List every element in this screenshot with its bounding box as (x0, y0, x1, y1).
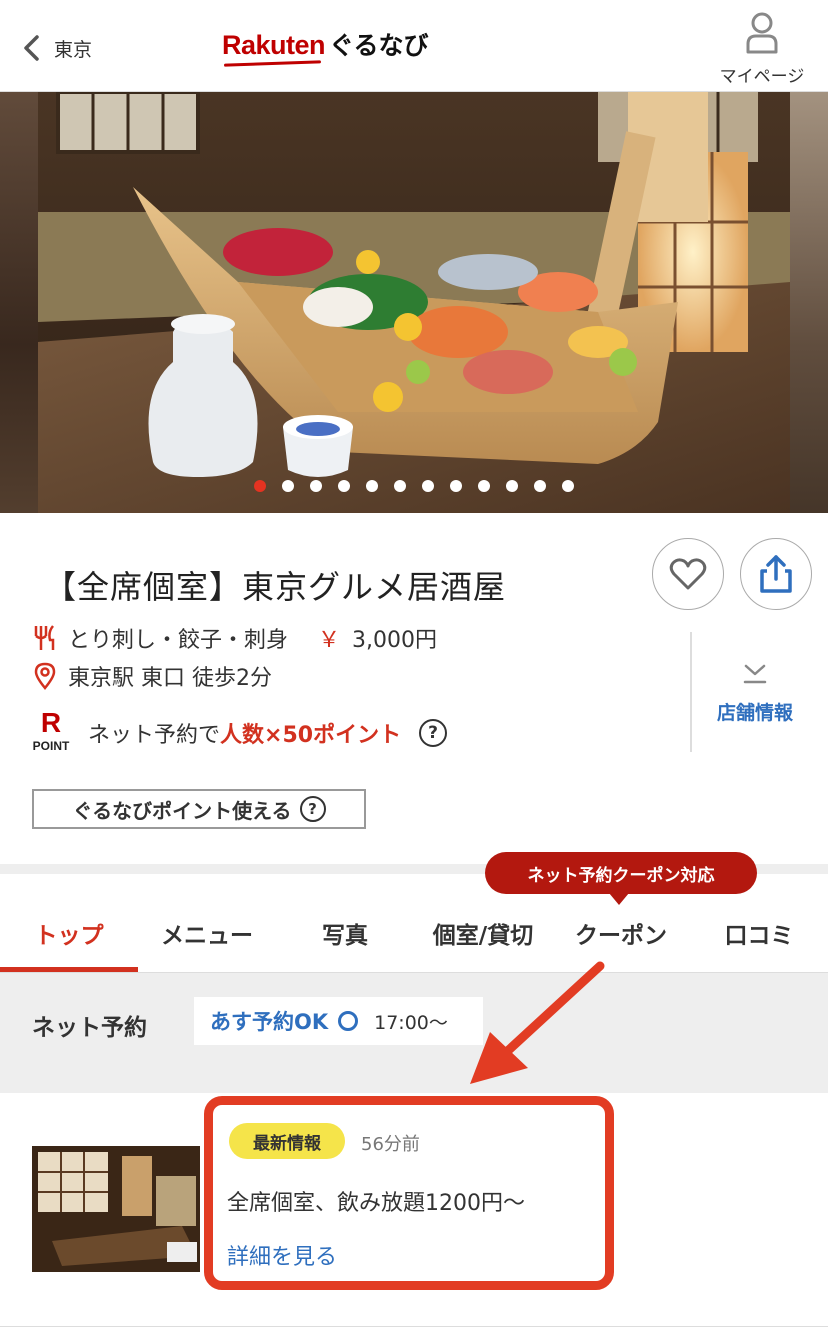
reserve-time: 17:00〜 (374, 1011, 448, 1034)
location-pin-icon (34, 662, 56, 690)
carousel-dot[interactable] (282, 480, 294, 492)
chevron-left-icon (24, 35, 39, 61)
price-text: 3,000円 (352, 628, 438, 653)
red-arrow-icon (470, 961, 605, 1084)
help-circle-icon[interactable]: ? (419, 719, 448, 747)
back-button[interactable]: 東京 (22, 28, 112, 68)
prev-photo-peek (0, 92, 38, 513)
available-circle-icon (338, 1011, 359, 1031)
coupon-callout-badge: ネット予約クーポン対応 (485, 852, 757, 905)
point-highlight: 人数×50ポイント (220, 723, 402, 748)
rakuten-point-row: R POINT ネット予約で 人数×50ポイント ? (30, 708, 448, 758)
carousel-dots (0, 480, 828, 492)
carousel-dot[interactable] (310, 480, 322, 492)
heart-icon (669, 558, 707, 590)
carousel-dot[interactable] (422, 480, 434, 492)
active-tab-indicator (0, 967, 138, 972)
carousel-dot[interactable] (450, 480, 462, 492)
reserve-ok-label: あす予約OK (210, 1010, 329, 1034)
logo-rakuten-text: Rakuten (222, 30, 326, 60)
user-icon (746, 12, 778, 54)
carousel-dot[interactable] (506, 480, 518, 492)
shop-name: 【全席個室】東京グルメ居酒屋 (44, 568, 507, 606)
divider (0, 1326, 828, 1327)
gnavi-point-badge[interactable]: ぐるなびポイント使える ? (32, 789, 366, 829)
store-info-button[interactable]: 店舗情報 (700, 662, 810, 725)
divider (690, 632, 692, 752)
sashimi-boat-photo (38, 92, 790, 513)
point-prefix: ネット予約で (88, 723, 221, 748)
back-label: 東京 (54, 38, 93, 61)
latest-news-badge: 最新情報 (229, 1123, 345, 1159)
carousel-dot[interactable] (562, 480, 574, 492)
reserve-availability-chip[interactable]: あす予約OK 17:00〜 (194, 997, 483, 1045)
access-text: 東京駅 東口 徒歩2分 (68, 666, 272, 691)
tab-photos[interactable]: 写真 (276, 893, 414, 973)
carousel-dot[interactable] (534, 480, 546, 492)
genre-text: とり刺し・餃子・刺身 (68, 628, 289, 653)
carousel-dot[interactable] (394, 480, 406, 492)
chevron-down-bar-icon (743, 664, 767, 684)
gnavi-point-label: ぐるなびポイント使える (72, 798, 292, 823)
access-row: 東京駅 東口 徒歩2分 (32, 660, 272, 692)
next-photo-peek (790, 92, 828, 513)
rakuten-point-logo: R POINT (30, 709, 72, 757)
logo-gnavi-text: ぐるなび (329, 31, 429, 60)
share-icon (760, 555, 792, 593)
favorite-button[interactable] (652, 538, 724, 610)
app-header: 東京 Rakuten ぐるなび マイページ (0, 0, 828, 92)
tab-menu[interactable]: メニュー (138, 893, 276, 973)
news-text: 全席個室、飲み放題1200円〜 (227, 1191, 525, 1216)
carousel-dot[interactable] (254, 480, 266, 492)
rakuten-gnavi-logo[interactable]: Rakuten ぐるなび (222, 26, 429, 66)
genre-price-row: とり刺し・餃子・刺身 ￥ 3,000円 (32, 622, 437, 654)
mypage-label: マイページ (719, 67, 805, 87)
utensils-icon (34, 625, 55, 650)
carousel-dot[interactable] (338, 480, 350, 492)
help-circle-icon[interactable]: ? (299, 796, 326, 822)
news-detail-link[interactable]: 詳細を見る (227, 1239, 337, 1271)
news-time-ago: 56分前 (361, 1134, 420, 1155)
net-reserve-label: ネット予約 (32, 1015, 147, 1041)
tab-top[interactable]: トップ (0, 893, 138, 973)
share-button[interactable] (740, 538, 812, 610)
r-point-word: POINT (32, 739, 70, 753)
carousel-dot[interactable] (478, 480, 490, 492)
mypage-button[interactable]: マイページ (716, 12, 808, 87)
tab-bar: トップ メニュー 写真 個室/貸切 クーポン 口コミ (0, 893, 828, 973)
news-thumbnail[interactable] (32, 1146, 200, 1272)
price-mark: ￥ (318, 628, 341, 653)
latest-news-card[interactable]: 最新情報 56分前 全席個室、飲み放題1200円〜 詳細を見る (204, 1096, 614, 1290)
photo-carousel[interactable] (0, 92, 828, 513)
tab-reviews[interactable]: 口コミ (690, 893, 828, 973)
store-info-label: 店舗情報 (716, 702, 793, 724)
r-point-letter: R (40, 707, 62, 738)
carousel-dot[interactable] (366, 480, 378, 492)
